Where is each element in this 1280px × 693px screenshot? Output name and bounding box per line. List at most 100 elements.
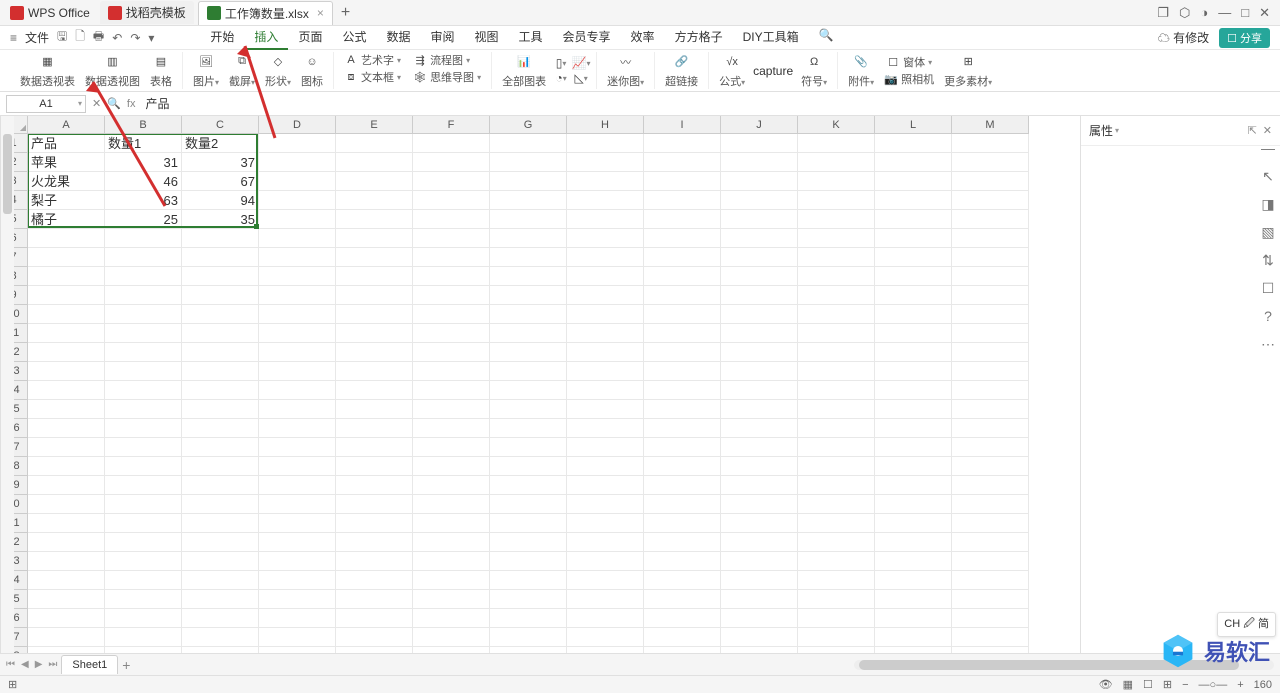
view-break-icon[interactable]: ⊞	[1163, 678, 1172, 691]
cell[interactable]	[490, 400, 567, 419]
cell[interactable]	[28, 571, 105, 590]
hyperlink-button[interactable]: 🔗超链接	[663, 53, 700, 89]
area-chart-icon[interactable]: ◺▾	[574, 71, 588, 85]
cell[interactable]	[875, 248, 952, 267]
new-tab-button[interactable]: +	[333, 4, 358, 22]
cell[interactable]	[336, 267, 413, 286]
cell[interactable]	[644, 324, 721, 343]
cell[interactable]	[413, 438, 490, 457]
cell[interactable]	[336, 286, 413, 305]
cell[interactable]	[182, 229, 259, 248]
column-headers[interactable]: ABCDEFGHIJKLM	[28, 116, 1066, 134]
cell[interactable]	[413, 134, 490, 153]
col-header-I[interactable]: I	[644, 116, 721, 134]
cell[interactable]	[259, 590, 336, 609]
shapes-button[interactable]: ◇形状▾	[263, 53, 293, 89]
cell[interactable]	[798, 134, 875, 153]
view-normal-icon[interactable]: ▦	[1123, 678, 1133, 691]
cell[interactable]: 火龙果	[28, 172, 105, 191]
menu-tab-member[interactable]: 会员专享	[553, 25, 621, 50]
redo-qat-icon[interactable]: ↷	[130, 31, 140, 45]
cell[interactable]: 数量2	[182, 134, 259, 153]
cell[interactable]	[105, 628, 182, 647]
equation-button[interactable]: √x公式▾	[717, 53, 747, 89]
cell[interactable]	[798, 628, 875, 647]
cell[interactable]	[336, 324, 413, 343]
cell[interactable]	[798, 362, 875, 381]
cell[interactable]	[798, 267, 875, 286]
cell[interactable]	[875, 476, 952, 495]
cell[interactable]	[567, 419, 644, 438]
minimize-icon[interactable]: —	[1218, 5, 1231, 21]
cell[interactable]	[105, 571, 182, 590]
cell[interactable]	[875, 343, 952, 362]
cell[interactable]	[413, 552, 490, 571]
cell[interactable]	[259, 153, 336, 172]
cell[interactable]	[259, 305, 336, 324]
cell[interactable]	[952, 438, 1029, 457]
cell[interactable]	[182, 286, 259, 305]
cell[interactable]	[644, 286, 721, 305]
cell[interactable]	[952, 381, 1029, 400]
cell[interactable]: 46	[105, 172, 182, 191]
cell[interactable]	[336, 457, 413, 476]
cell[interactable]	[182, 305, 259, 324]
cell[interactable]	[644, 514, 721, 533]
cell[interactable]	[182, 324, 259, 343]
cell[interactable]	[336, 476, 413, 495]
cell[interactable]	[644, 495, 721, 514]
cell[interactable]	[721, 286, 798, 305]
cell[interactable]	[259, 609, 336, 628]
cell[interactable]	[952, 153, 1029, 172]
cell[interactable]	[336, 191, 413, 210]
col-header-H[interactable]: H	[567, 116, 644, 134]
qat-dropdown-icon[interactable]: ▾	[148, 31, 154, 45]
cell[interactable]	[875, 400, 952, 419]
cell[interactable]	[644, 248, 721, 267]
zoom-level[interactable]: 160	[1254, 679, 1272, 691]
cell[interactable]	[182, 381, 259, 400]
cell[interactable]	[567, 476, 644, 495]
screenshot-button[interactable]: ⧉截屏▾	[227, 53, 257, 89]
cell[interactable]	[28, 609, 105, 628]
cell[interactable]	[644, 343, 721, 362]
attachment-button[interactable]: 📎附件▾	[846, 53, 876, 89]
mindmap-button[interactable]: 🕸思维导图▾	[411, 69, 483, 85]
cell[interactable]	[28, 476, 105, 495]
cell[interactable]	[644, 571, 721, 590]
cell[interactable]	[182, 533, 259, 552]
cell[interactable]	[875, 609, 952, 628]
cube-icon[interactable]: ⬡	[1179, 5, 1190, 21]
cell[interactable]	[490, 134, 567, 153]
cell[interactable]	[644, 457, 721, 476]
cell[interactable]	[182, 495, 259, 514]
cell[interactable]	[952, 362, 1029, 381]
col-header-C[interactable]: C	[182, 116, 259, 134]
cell[interactable]	[413, 191, 490, 210]
maximize-icon[interactable]: □	[1241, 5, 1249, 21]
zoom-slider[interactable]: ―○―	[1199, 679, 1228, 691]
cell[interactable]	[567, 343, 644, 362]
menu-tab-efficiency[interactable]: 效率	[621, 25, 665, 50]
cell[interactable]	[721, 305, 798, 324]
cell[interactable]	[259, 286, 336, 305]
sort-tool-icon[interactable]: ⇅	[1259, 252, 1277, 270]
menu-tab-start[interactable]: 开始	[200, 25, 244, 50]
cell[interactable]: 63	[105, 191, 182, 210]
cell[interactable]	[721, 400, 798, 419]
menu-tab-ffgz[interactable]: 方方格子	[665, 25, 733, 50]
user-icon[interactable]: ◑	[1200, 5, 1208, 21]
cell[interactable]	[490, 419, 567, 438]
cell[interactable]	[952, 229, 1029, 248]
cell[interactable]	[644, 267, 721, 286]
cell[interactable]	[875, 590, 952, 609]
undo-qat-icon[interactable]: ↶	[112, 31, 122, 45]
wordart-button[interactable]: A艺术字▾	[342, 52, 403, 68]
cell[interactable]	[721, 628, 798, 647]
cell[interactable]: 数量1	[105, 134, 182, 153]
cell[interactable]	[28, 381, 105, 400]
help-tool-icon[interactable]: ?	[1259, 308, 1277, 326]
cell[interactable]	[875, 381, 952, 400]
allcharts-button[interactable]: 📊全部图表	[500, 53, 548, 89]
cell[interactable]	[875, 533, 952, 552]
